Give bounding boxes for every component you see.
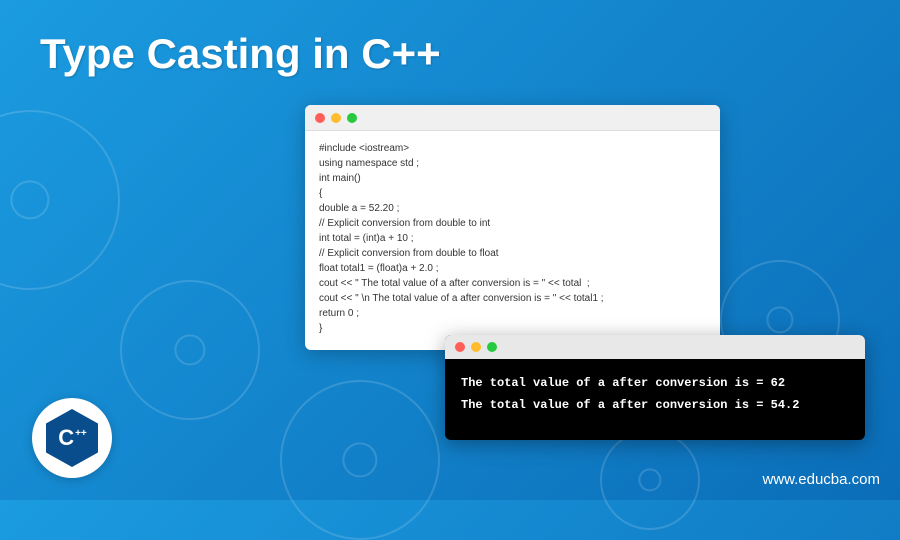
code-line: float total1 = (float)a + 2.0 ; [319, 261, 706, 276]
code-window: #include <iostream> using namespace std … [305, 105, 720, 350]
cpp-hex-icon: C++ [46, 409, 98, 467]
close-icon [315, 113, 325, 123]
gear-decoration [120, 280, 260, 420]
logo-plus: ++ [75, 431, 87, 437]
code-line: { [319, 186, 706, 201]
code-line: } [319, 321, 706, 336]
code-line: // Explicit conversion from double to fl… [319, 246, 706, 261]
code-line: cout << " The total value of a after con… [319, 276, 706, 291]
gear-decoration [600, 430, 700, 530]
logo-c: C [58, 425, 74, 451]
gear-decoration [0, 110, 120, 290]
maximize-icon [487, 342, 497, 352]
code-line: return 0 ; [319, 306, 706, 321]
gear-decoration [280, 380, 440, 540]
website-url: www.educba.com [762, 471, 880, 488]
close-icon [455, 342, 465, 352]
terminal-line: The total value of a after conversion is… [461, 373, 849, 395]
minimize-icon [471, 342, 481, 352]
minimize-icon [331, 113, 341, 123]
code-line: int main() [319, 171, 706, 186]
code-line: int total = (int)a + 10 ; [319, 231, 706, 246]
code-line: using namespace std ; [319, 156, 706, 171]
window-controls [305, 105, 720, 131]
terminal-line: The total value of a after conversion is… [461, 395, 849, 417]
code-line: // Explicit conversion from double to in… [319, 216, 706, 231]
terminal-window: The total value of a after conversion is… [445, 335, 865, 440]
code-content: #include <iostream> using namespace std … [305, 131, 720, 350]
window-controls [445, 335, 865, 359]
code-line: double a = 52.20 ; [319, 201, 706, 216]
maximize-icon [347, 113, 357, 123]
terminal-content: The total value of a after conversion is… [445, 359, 865, 440]
code-line: #include <iostream> [319, 141, 706, 156]
cpp-logo: C++ [32, 398, 112, 478]
page-title: Type Casting in C++ [40, 30, 441, 78]
code-line: cout << " \n The total value of a after … [319, 291, 706, 306]
